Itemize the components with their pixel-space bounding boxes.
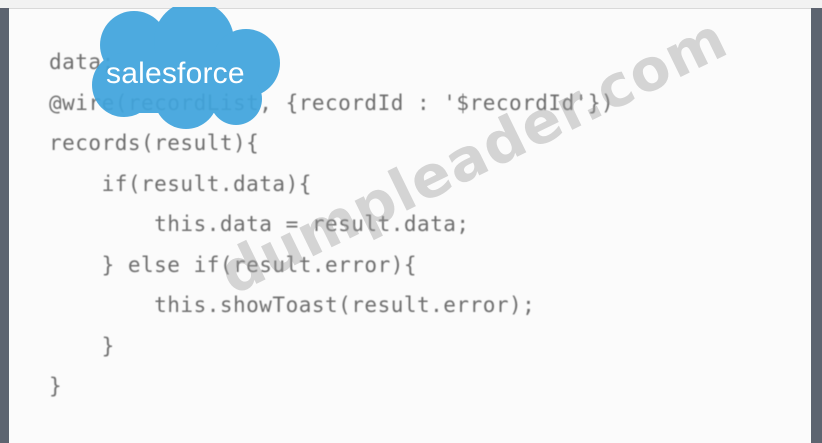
code-line: } — [49, 374, 63, 398]
code-line: } — [49, 333, 115, 358]
logo-text: salesforce — [106, 57, 245, 90]
screenshot-frame: data; @wire(recordList, {recordId : '$rec… — [0, 0, 822, 443]
right-border — [811, 8, 822, 443]
code-line: this.showToast(result.error); — [49, 293, 536, 317]
left-border — [0, 8, 9, 443]
salesforce-logo: salesforce — [86, 7, 286, 132]
